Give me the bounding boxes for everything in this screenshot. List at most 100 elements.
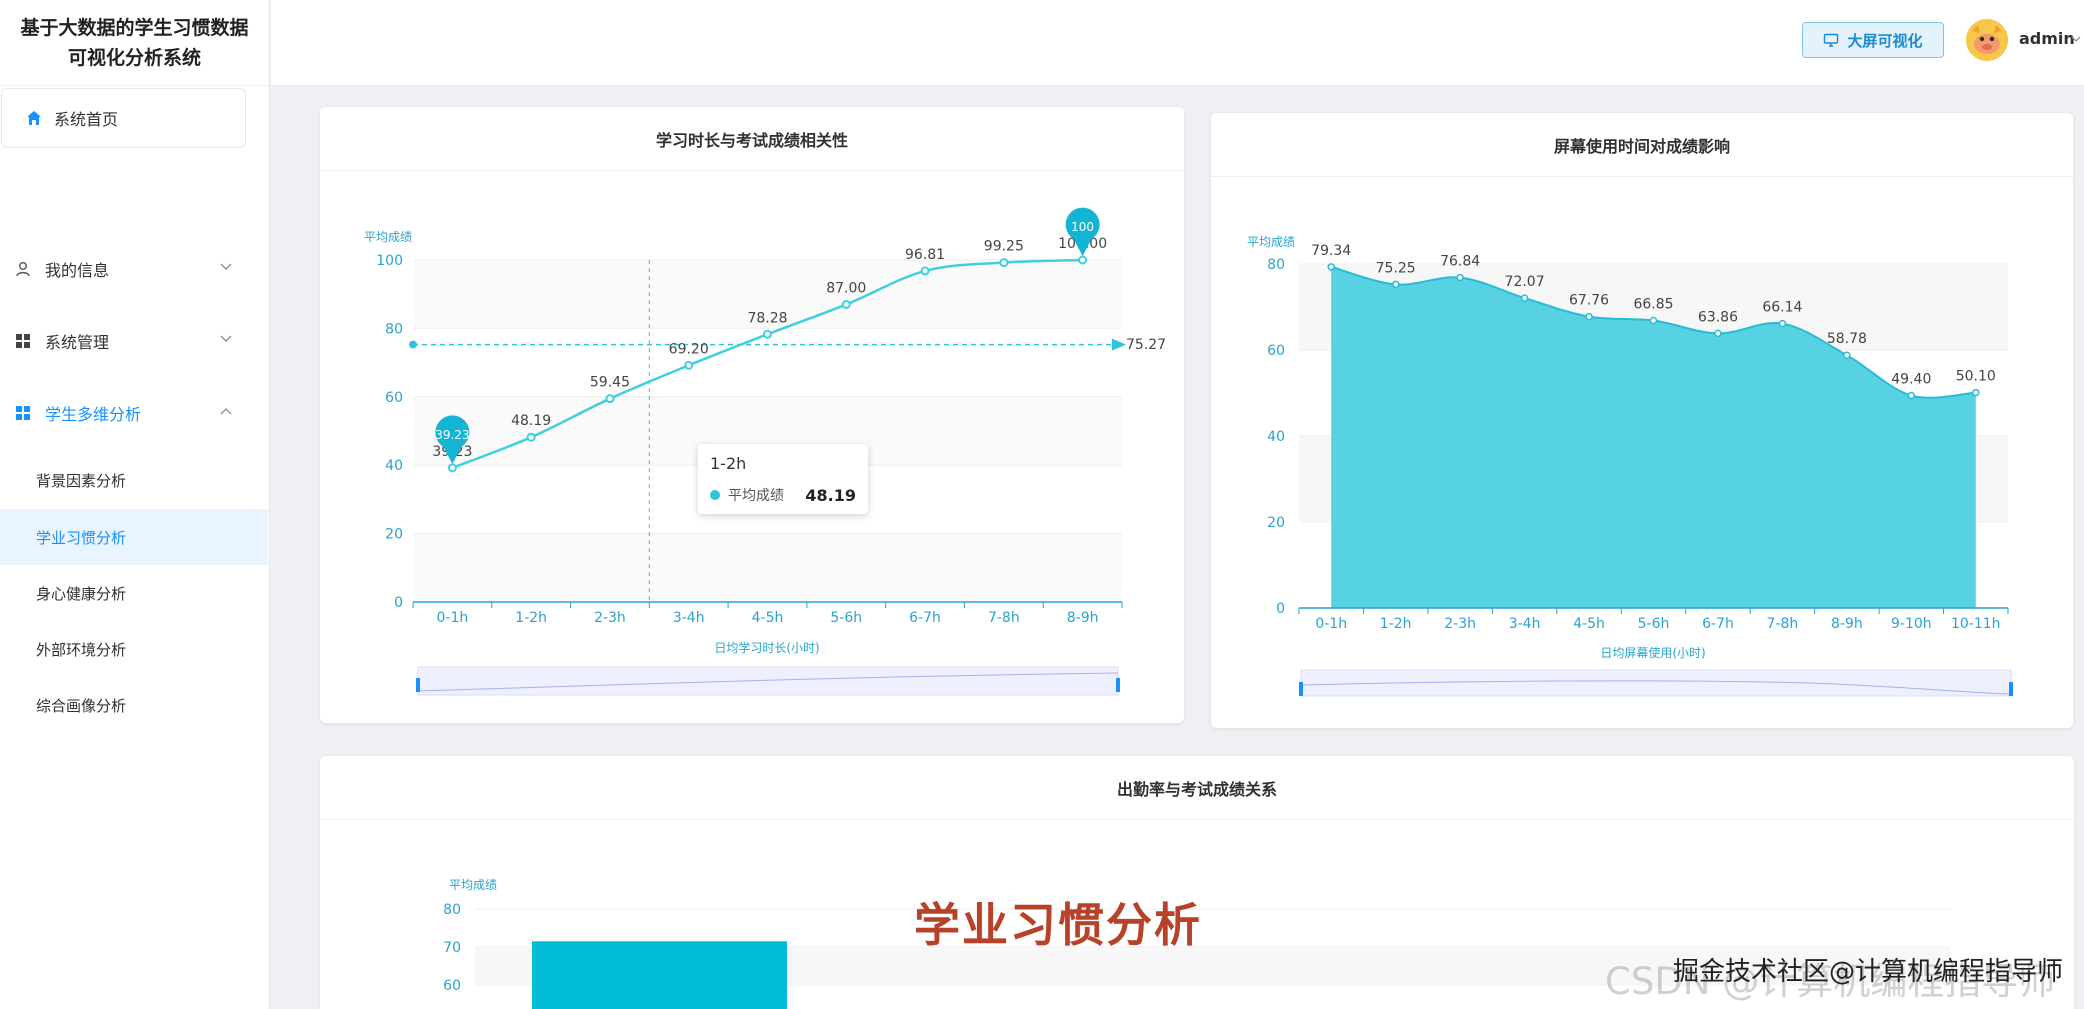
tooltip-series-name: 平均成绩 <box>728 488 784 504</box>
big-screen-button-label: 大屏可视化 <box>1847 31 1923 50</box>
data-point <box>605 394 615 404</box>
datazoom-slider[interactable] <box>416 666 1120 696</box>
tooltip-value: 48.19 <box>805 485 856 505</box>
sidebar-item-my-info-label: 我的信息 <box>45 261 110 280</box>
data-point <box>1520 294 1529 302</box>
data-point <box>1907 391 1916 400</box>
app-title-line1: 基于大数据的学生习惯数据 <box>20 16 249 39</box>
chevron-down-icon <box>220 263 232 270</box>
chevron-up-icon <box>220 408 232 415</box>
sidebar-item-home[interactable]: 系统首页 <box>1 88 246 148</box>
screen-time-chart-card: 屏幕使用时间对成绩影响 0 20 40 60 80 79.34 75.25 76.84 72.0… <box>1211 113 2073 728</box>
data-point <box>841 299 851 309</box>
y-tick-label: 70 <box>443 940 461 956</box>
data-label: 99.25 <box>984 239 1024 255</box>
y-tick-label: 80 <box>385 321 403 337</box>
data-point <box>1078 255 1088 265</box>
y-tick-label: 60 <box>1267 343 1285 359</box>
y-tick-label: 40 <box>1267 429 1285 445</box>
sidebar-subitem-label: 综合画像分析 <box>36 696 127 715</box>
y-axis-label: 平均成绩 <box>1247 235 1295 249</box>
datazoom-handle-left[interactable] <box>416 678 420 692</box>
data-point <box>684 360 694 370</box>
app-title-line2: 可视化分析系统 <box>67 46 201 69</box>
datazoom-handle-left[interactable] <box>1299 682 1303 696</box>
data-point <box>1843 351 1851 359</box>
y-tick-label: 60 <box>443 978 461 994</box>
avatar[interactable] <box>1966 19 2008 61</box>
sidebar-item-home-label: 系统首页 <box>54 110 119 129</box>
screen-time-area-chart[interactable]: 0 20 40 60 80 79.34 75.25 76.84 72.07 67.76 66.85 6… <box>1211 113 2073 728</box>
data-point <box>526 432 536 442</box>
sidebar-item-system-management[interactable]: 系统管理 <box>0 315 268 367</box>
grid-icon <box>14 332 32 350</box>
data-point <box>1456 273 1464 282</box>
user-icon <box>14 260 32 278</box>
sidebar-subitem-environment[interactable]: 外部环境分析 <box>0 621 268 677</box>
username[interactable]: admin <box>2019 29 2075 48</box>
study-time-chart-card: 学习时长与考试成绩相关性 0 20 40 60 80 100 0-1h 1-2h 2-3h 3-4… <box>320 107 1184 723</box>
y-tick-label: 20 <box>385 527 403 543</box>
x-tick-label: 9-10h <box>1891 616 1932 632</box>
datazoom-handle-right[interactable] <box>2009 682 2013 696</box>
y-tick-label: 80 <box>1267 257 1285 273</box>
data-point <box>1585 312 1593 321</box>
sidebar-subitem-background[interactable]: 背景因素分析 <box>0 452 268 508</box>
data-label: 50.10 <box>1956 369 1996 385</box>
x-tick-label: 0-1h <box>437 610 469 626</box>
sidebar-item-student-analysis[interactable]: 学生多维分析 <box>0 387 268 439</box>
tooltip-series-dot <box>710 490 720 500</box>
data-label: 66.85 <box>1633 297 1673 313</box>
x-tick-label: 4-5h <box>752 610 784 626</box>
data-label: 59.45 <box>590 375 630 391</box>
data-point <box>1649 316 1658 325</box>
sidebar-item-system-management-label: 系统管理 <box>45 333 110 352</box>
x-tick-label: 3-4h <box>673 610 705 626</box>
data-point <box>1714 329 1722 338</box>
sidebar-subitem-portrait[interactable]: 综合画像分析 <box>0 677 268 733</box>
x-tick-label: 7-8h <box>988 610 1020 626</box>
x-tick-label: 3-4h <box>1509 616 1541 632</box>
y-tick-label: 0 <box>1276 601 1285 617</box>
data-label: 49.40 <box>1891 372 1931 388</box>
datazoom-slider[interactable] <box>1299 669 2013 697</box>
data-label: 69.20 <box>669 341 709 357</box>
x-tick-label: 0-1h <box>1315 616 1347 632</box>
data-point <box>999 258 1009 268</box>
data-label: 96.81 <box>905 247 945 263</box>
x-tick-label: 6-7h <box>909 610 941 626</box>
sidebar-subitem-label: 身心健康分析 <box>36 584 127 603</box>
data-label: 75.25 <box>1376 260 1416 276</box>
x-tick-label: 10-11h <box>1951 616 2001 632</box>
x-tick-label: 7-8h <box>1767 616 1799 632</box>
data-point <box>1391 280 1400 289</box>
chart-tooltip: 1-2h 平均成绩 48.19 <box>698 444 868 514</box>
data-point <box>1778 319 1787 328</box>
data-point <box>447 463 457 473</box>
sidebar-subitem-health[interactable]: 身心健康分析 <box>0 565 268 621</box>
big-screen-button[interactable]: 大屏可视化 <box>1802 22 1944 58</box>
x-tick-label: 6-7h <box>1702 616 1734 632</box>
datazoom-handle-right[interactable] <box>1116 678 1120 692</box>
sidebar-subitem-label: 外部环境分析 <box>36 640 127 659</box>
chevron-down-icon[interactable] <box>2071 36 2081 43</box>
x-axis-label: 日均屏幕使用(小时) <box>1600 645 1705 660</box>
grid-icon <box>14 404 32 422</box>
sidebar-subitem-label: 背景因素分析 <box>36 471 127 490</box>
x-tick-label: 8-9h <box>1067 610 1099 626</box>
data-label: 76.84 <box>1440 254 1480 270</box>
data-point <box>1327 263 1335 271</box>
y-tick-label: 20 <box>1267 515 1285 531</box>
sidebar-subitem-academic-habits[interactable]: 学业习惯分析 <box>0 509 268 565</box>
svg-text:100: 100 <box>1071 220 1094 234</box>
y-tick-label: 100 <box>376 253 403 269</box>
y-tick-label: 40 <box>385 458 403 474</box>
tooltip-category: 1-2h <box>710 454 747 473</box>
average-line-label: 75.27 <box>1126 337 1166 353</box>
data-label: 72.07 <box>1505 274 1545 290</box>
study-time-line-chart[interactable]: 0 20 40 60 80 100 0-1h 1-2h 2-3h 3-4h 4-5h 5-6h 6-7h… <box>320 107 1184 723</box>
data-label: 78.28 <box>747 310 787 326</box>
data-point <box>920 266 930 276</box>
y-tick-label: 0 <box>394 595 403 611</box>
sidebar-item-my-info[interactable]: 我的信息 <box>0 243 268 295</box>
